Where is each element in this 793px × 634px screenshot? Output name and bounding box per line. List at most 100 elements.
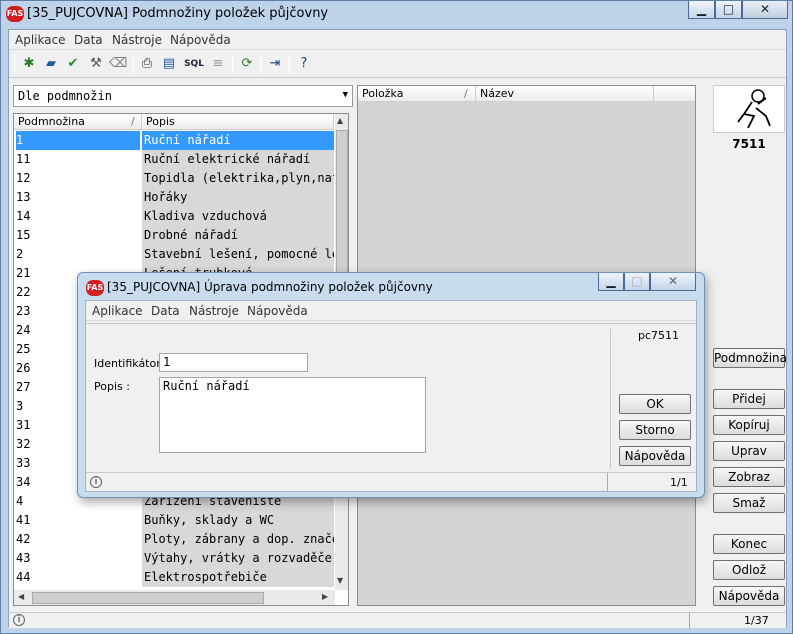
- cell-podmnozina: 44: [16, 568, 140, 587]
- refresh-icon[interactable]: ⟳: [238, 55, 256, 73]
- check-icon[interactable]: ✔: [64, 55, 82, 73]
- menu-aplikace[interactable]: Aplikace: [15, 33, 66, 47]
- delete-button[interactable]: Smaž: [713, 493, 785, 513]
- toolbar-separator: [260, 55, 261, 73]
- close-button[interactable]: ✕: [742, 1, 788, 19]
- cell-podmnozina: 15: [16, 226, 140, 245]
- identifikator-label: Identifikátor :: [94, 357, 168, 370]
- eraser-icon[interactable]: ⌫: [109, 55, 127, 73]
- filter-combo[interactable]: Dle podmnožin ▼: [13, 85, 353, 107]
- hscroll-thumb[interactable]: [32, 592, 264, 604]
- menu-napoveda[interactable]: Nápověda: [170, 33, 231, 47]
- cell-podmnozina: 1: [16, 131, 140, 150]
- cell-popis: Drobné nářadí: [142, 226, 334, 245]
- table-row[interactable]: 13 Hořáky: [14, 188, 334, 207]
- column-header-popis[interactable]: Popis: [142, 114, 334, 130]
- cell-podmnozina: 13: [16, 188, 140, 207]
- info-icon: i: [13, 614, 25, 626]
- list-icon[interactable]: ≡: [209, 55, 227, 73]
- edit-dialog: FAS [35_PUJCOVNA] Úprava podmnožiny polo…: [77, 272, 705, 498]
- menu-bar: Aplikace Data Nástroje Nápověda: [9, 30, 786, 50]
- chevron-down-icon[interactable]: ▼: [343, 90, 348, 100]
- dialog-help-button[interactable]: Nápověda: [619, 446, 691, 466]
- dialog-menu-data[interactable]: Data: [151, 304, 180, 318]
- help-button[interactable]: Nápověda: [713, 586, 785, 606]
- cell-podmnozina: 11: [16, 150, 140, 169]
- cell-popis: Hořáky: [142, 188, 334, 207]
- logo-figure-icon: [737, 89, 771, 129]
- export-icon[interactable]: ▤: [160, 55, 178, 73]
- ok-button[interactable]: OK: [619, 394, 691, 414]
- dialog-close-button[interactable]: ✕: [650, 273, 696, 291]
- scroll-left-icon[interactable]: ◀: [18, 592, 24, 601]
- cancel-button[interactable]: Storno: [619, 420, 691, 440]
- column-header-nazev[interactable]: Název: [476, 86, 654, 102]
- dialog-info-icon: i: [90, 476, 102, 488]
- logo-number: 7511: [732, 137, 766, 151]
- column-header-podmnozina[interactable]: Podmnožina /: [14, 114, 142, 130]
- dialog-menu-nastroje[interactable]: Nástroje: [189, 304, 239, 318]
- dialog-side-divider: [610, 329, 611, 469]
- identifikator-field[interactable]: 1: [159, 353, 308, 372]
- exit-icon[interactable]: ⇥: [266, 55, 284, 73]
- sort-icon: /: [464, 87, 468, 100]
- table-row[interactable]: 41 Buňky, sklady a WC: [14, 511, 334, 530]
- add-button[interactable]: Přidej: [713, 389, 785, 409]
- table-row[interactable]: 14 Kladiva vzduchová: [14, 207, 334, 226]
- cell-popis: Ruční elektrické nářadí: [142, 150, 334, 169]
- toolbar: ✱ ▰ ✔ ⚒ ⌫ ⎙ ▤ SQL ≡ ⟳ ⇥ ?: [9, 50, 786, 78]
- column-header-polozka[interactable]: Položka /: [358, 86, 476, 102]
- app-icon: FAS: [6, 6, 24, 22]
- edit-icon[interactable]: ▰: [42, 55, 60, 73]
- filter-combo-value: Dle podmnožin: [18, 89, 112, 103]
- help-icon[interactable]: ?: [295, 55, 313, 73]
- dialog-menu-napoveda[interactable]: Nápověda: [247, 304, 308, 318]
- toolbar-separator: [133, 55, 134, 73]
- podmnozina-button[interactable]: Podmnožina: [713, 348, 787, 368]
- menu-nastroje[interactable]: Nástroje: [112, 33, 162, 47]
- table-row[interactable]: 12 Topidla (elektrika,plyn,naf: [14, 169, 334, 188]
- cell-podmnozina: 41: [16, 511, 140, 530]
- table-row[interactable]: 44 Elektrospotřebiče: [14, 568, 334, 587]
- cell-popis: Elektrospotřebiče: [142, 568, 334, 587]
- dialog-menu-bar: Aplikace Data Nástroje Nápověda: [86, 301, 696, 321]
- table-row[interactable]: 1 Ruční nářadí: [14, 131, 334, 150]
- new-icon[interactable]: ✱: [20, 55, 38, 73]
- postpone-button[interactable]: Odlož: [713, 560, 785, 580]
- table-row[interactable]: 42 Ploty, zábrany a dop. znače: [14, 530, 334, 549]
- table-row[interactable]: 11 Ruční elektrické nářadí: [14, 150, 334, 169]
- dialog-status-bar: i 1/1: [86, 472, 696, 491]
- cell-popis: Ruční nářadí: [142, 131, 334, 150]
- copy-button[interactable]: Kopíruj: [713, 415, 785, 435]
- table-row[interactable]: 15 Drobné nářadí: [14, 226, 334, 245]
- dialog-maximize-button[interactable]: □: [624, 273, 650, 291]
- sql-icon[interactable]: SQL: [181, 55, 207, 73]
- scroll-up-icon[interactable]: ▲: [337, 116, 343, 125]
- toolbar-separator: [289, 55, 290, 73]
- print-icon[interactable]: ⎙: [138, 55, 156, 73]
- popis-field[interactable]: Ruční nářadí: [159, 377, 426, 453]
- horizontal-scrollbar[interactable]: ◀ ▶: [14, 590, 335, 605]
- cell-podmnozina: 2: [16, 245, 140, 264]
- column-header-empty: [654, 86, 695, 102]
- tools-icon[interactable]: ⚒: [87, 55, 105, 73]
- view-button[interactable]: Zobraz: [713, 467, 785, 487]
- scroll-right-icon[interactable]: ▶: [322, 592, 328, 601]
- minimize-button[interactable]: ▁: [688, 1, 715, 19]
- cell-popis: Topidla (elektrika,plyn,naf: [142, 169, 334, 188]
- scroll-down-icon[interactable]: ▼: [337, 576, 343, 585]
- dialog-code: pc7511: [638, 329, 680, 342]
- popis-label: Popis :: [94, 380, 130, 393]
- menu-data[interactable]: Data: [74, 33, 103, 47]
- end-button[interactable]: Konec: [713, 534, 785, 554]
- cell-popis: Kladiva vzduchová: [142, 207, 334, 226]
- record-counter: 1/37: [744, 614, 769, 627]
- table-row[interactable]: 43 Výtahy, vrátky a rozvaděče: [14, 549, 334, 568]
- dialog-menu-aplikace[interactable]: Aplikace: [92, 304, 143, 318]
- edit-button[interactable]: Uprav: [713, 441, 785, 461]
- dialog-minimize-button[interactable]: ▁: [598, 273, 624, 291]
- table-row[interactable]: 2 Stavební lešení, pomocné le: [14, 245, 334, 264]
- dialog-divider: [86, 323, 696, 324]
- maximize-button[interactable]: □: [715, 1, 742, 19]
- cell-podmnozina: 43: [16, 549, 140, 568]
